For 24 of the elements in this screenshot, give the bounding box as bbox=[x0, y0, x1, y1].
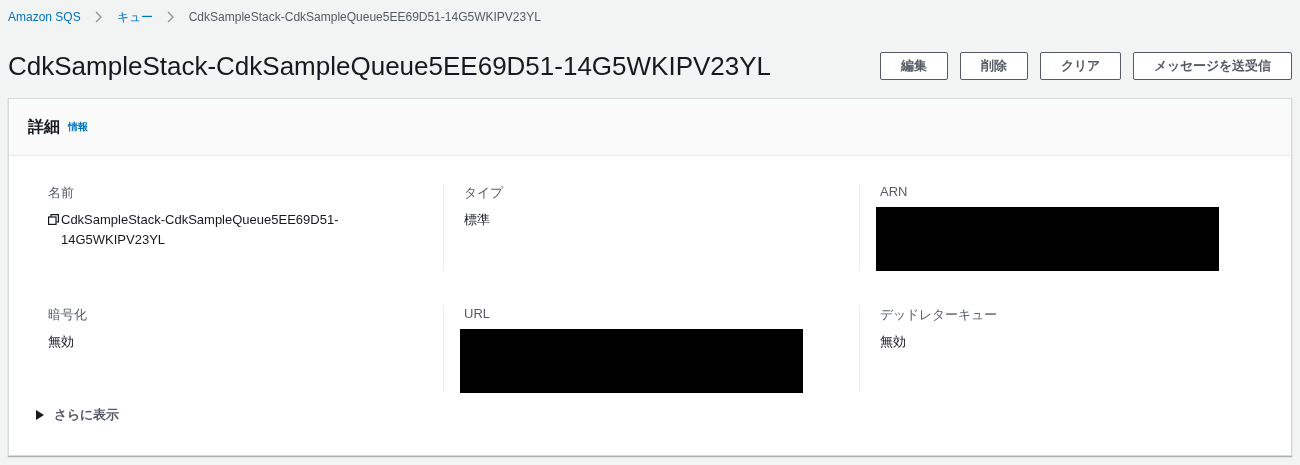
card-title: 詳細 bbox=[28, 116, 60, 137]
field-label: ARN bbox=[880, 184, 909, 199]
field-value: 無効 bbox=[48, 333, 75, 351]
breadcrumb-link[interactable]: キュー bbox=[116, 8, 153, 26]
chevron-right-icon bbox=[94, 11, 103, 23]
page-title: CdkSampleStack-CdkSampleQueue5EE69D51-14G5WKIPV23YL bbox=[8, 50, 772, 82]
info-link[interactable]: 情報 bbox=[68, 120, 88, 134]
field-value: 無効 bbox=[880, 333, 907, 351]
expand-link[interactable]: さらに表示 bbox=[54, 406, 119, 424]
field-label: デッドレターキュー bbox=[880, 306, 998, 324]
field-label: 暗号化 bbox=[48, 306, 88, 324]
copy-icon bbox=[48, 214, 59, 225]
action-button[interactable]: クリア bbox=[1040, 52, 1121, 80]
action-button[interactable]: 削除 bbox=[960, 52, 1028, 80]
chevron-right-icon bbox=[166, 11, 175, 23]
field-value: CdkSampleStack-CdkSampleQueue5EE69D51-14G5WKIPV23YL bbox=[61, 211, 340, 249]
action-button[interactable]: 編集 bbox=[880, 52, 948, 80]
action-button[interactable]: メッセージを送受信 bbox=[1133, 52, 1292, 80]
breadcrumb-current: CdkSampleStack-CdkSampleQueue5EE69D51-14G5WKIPV23YL bbox=[188, 10, 541, 24]
breadcrumb-link[interactable]: Amazon SQS bbox=[8, 10, 81, 24]
field-label: タイプ bbox=[464, 184, 505, 202]
field-label: URL bbox=[464, 306, 491, 321]
field-label: 名前 bbox=[48, 184, 75, 202]
field-value: 標準 bbox=[464, 211, 491, 229]
